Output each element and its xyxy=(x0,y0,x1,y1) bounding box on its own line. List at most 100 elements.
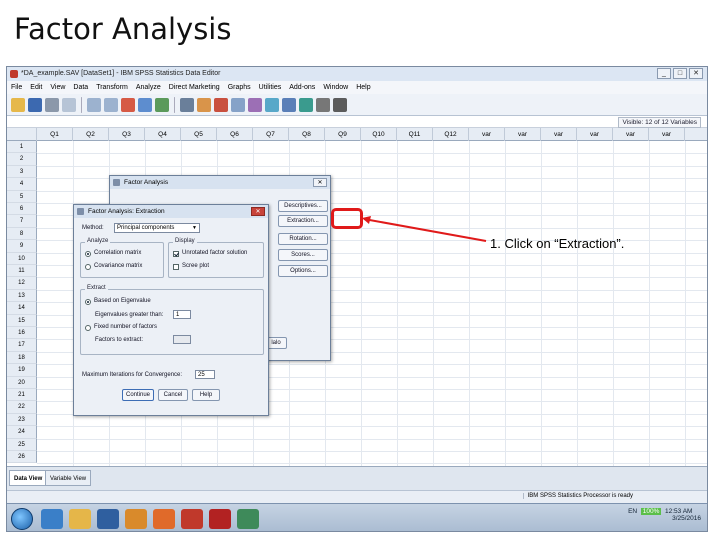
column-header[interactable]: Q11 xyxy=(397,128,433,141)
covariance-matrix-radio[interactable] xyxy=(85,264,91,270)
menu-item-utilities[interactable]: Utilities xyxy=(259,81,282,94)
row-header[interactable]: 18 xyxy=(7,351,37,365)
menu-item-help[interactable]: Help xyxy=(356,81,370,94)
spss-taskbar-icon[interactable] xyxy=(181,509,203,529)
network-globe-icon[interactable] xyxy=(237,509,259,529)
row-header[interactable]: 15 xyxy=(7,314,37,327)
correlation-matrix-radio[interactable] xyxy=(85,251,91,257)
column-header[interactable]: Q1 xyxy=(37,128,73,141)
redo-icon[interactable] xyxy=(104,97,118,112)
menu-item-file[interactable]: File xyxy=(11,81,22,94)
dialog-recall-icon[interactable] xyxy=(62,97,76,112)
column-header[interactable]: Q3 xyxy=(109,128,145,141)
row-header[interactable]: 1 xyxy=(7,141,37,154)
find-icon[interactable] xyxy=(180,97,194,112)
goto-variable-icon[interactable] xyxy=(138,97,152,112)
open-icon[interactable] xyxy=(11,97,25,112)
column-header[interactable]: var xyxy=(613,128,649,141)
spelling-icon[interactable] xyxy=(333,97,347,112)
close-button[interactable]: ✕ xyxy=(689,68,703,79)
acrobat-icon[interactable] xyxy=(209,509,231,529)
menu-item-graphs[interactable]: Graphs xyxy=(228,81,251,94)
firefox-icon[interactable] xyxy=(153,509,175,529)
column-header[interactable]: Q4 xyxy=(145,128,181,141)
column-header[interactable]: var xyxy=(541,128,577,141)
eigenvalue-radio[interactable] xyxy=(85,299,91,305)
help-button[interactable]: Help xyxy=(192,389,220,401)
cancel-button[interactable]: Cancel xyxy=(158,389,188,401)
row-header[interactable]: 4 xyxy=(7,178,37,191)
maximize-button[interactable]: □ xyxy=(673,68,687,79)
row-header[interactable]: 25 xyxy=(7,438,37,451)
variables-icon[interactable] xyxy=(155,97,169,112)
row-header[interactable]: 12 xyxy=(7,277,37,290)
eigenvalue-input[interactable]: 1 xyxy=(173,310,191,319)
tab-variable-view[interactable]: Variable View xyxy=(45,470,92,486)
column-header[interactable]: Q10 xyxy=(361,128,397,141)
row-header[interactable]: 22 xyxy=(7,401,37,414)
dialog-close-button[interactable]: ✕ xyxy=(313,178,327,187)
row-header[interactable]: 5 xyxy=(7,190,37,203)
column-header[interactable]: Q5 xyxy=(181,128,217,141)
row-header[interactable]: 10 xyxy=(7,252,37,265)
minimize-button[interactable]: _ xyxy=(657,68,671,79)
select-cases-icon[interactable] xyxy=(265,97,279,112)
row-header[interactable]: 19 xyxy=(7,364,37,377)
row-header[interactable]: 17 xyxy=(7,339,37,352)
explorer-folder-icon[interactable] xyxy=(69,509,91,529)
menu-item-analyze[interactable]: Analyze xyxy=(136,81,161,94)
column-header[interactable]: Q9 xyxy=(325,128,361,141)
fixed-factors-radio[interactable] xyxy=(85,325,91,331)
scores-button[interactable]: Scores... xyxy=(278,249,328,261)
unrotated-solution-checkbox[interactable] xyxy=(173,251,179,257)
undo-icon[interactable] xyxy=(87,97,101,112)
scree-plot-checkbox[interactable] xyxy=(173,264,179,270)
column-header[interactable]: var xyxy=(649,128,685,141)
row-header[interactable]: 9 xyxy=(7,240,37,253)
row-header[interactable]: 3 xyxy=(7,165,37,179)
insert-cases-icon[interactable] xyxy=(197,97,211,112)
row-header[interactable]: 6 xyxy=(7,203,37,216)
media-player-icon[interactable] xyxy=(97,509,119,529)
dialog-close-button[interactable]: ✕ xyxy=(251,207,265,216)
column-header[interactable]: var xyxy=(469,128,505,141)
battery-indicator[interactable]: 100% xyxy=(640,508,662,515)
max-iterations-input[interactable]: 25 xyxy=(195,370,215,379)
clock-date[interactable]: 3/25/2016 xyxy=(672,515,701,522)
column-header[interactable]: Q12 xyxy=(433,128,469,141)
row-header[interactable]: 8 xyxy=(7,227,37,241)
descriptives-button[interactable]: Descriptives... xyxy=(278,200,328,212)
print-icon[interactable] xyxy=(45,97,59,112)
column-header[interactable]: Q2 xyxy=(73,128,109,141)
row-header[interactable]: 24 xyxy=(7,426,37,439)
row-header[interactable]: 2 xyxy=(7,153,37,166)
options-button[interactable]: Options... xyxy=(278,265,328,277)
save-icon[interactable] xyxy=(28,97,42,112)
row-header[interactable]: 23 xyxy=(7,413,37,427)
language-indicator[interactable]: EN xyxy=(628,508,637,515)
row-header[interactable]: 16 xyxy=(7,327,37,340)
row-header[interactable]: 20 xyxy=(7,376,37,389)
rotation-button[interactable]: Rotation... xyxy=(278,233,328,245)
row-header[interactable]: 21 xyxy=(7,389,37,402)
start-button-icon[interactable] xyxy=(11,508,33,530)
column-header[interactable]: var xyxy=(505,128,541,141)
row-header[interactable]: 14 xyxy=(7,302,37,315)
tab-data-view[interactable]: Data View xyxy=(9,470,48,486)
column-header[interactable]: Q6 xyxy=(217,128,253,141)
continue-button[interactable]: Continue xyxy=(122,389,154,401)
value-labels-icon[interactable] xyxy=(282,97,296,112)
column-header[interactable]: Q7 xyxy=(253,128,289,141)
row-header[interactable]: 13 xyxy=(7,289,37,303)
column-header[interactable]: var xyxy=(577,128,613,141)
menu-item-direct-marketing[interactable]: Direct Marketing xyxy=(169,81,220,94)
menu-item-transform[interactable]: Transform xyxy=(96,81,128,94)
extraction-button[interactable]: Extraction... xyxy=(278,215,328,227)
goto-case-icon[interactable] xyxy=(121,97,135,112)
insert-variable-icon[interactable] xyxy=(214,97,228,112)
menu-item-edit[interactable]: Edit xyxy=(30,81,42,94)
method-select[interactable]: Principal components ▼ xyxy=(114,223,200,233)
clock-time[interactable]: 12:53 AM xyxy=(665,508,692,515)
outlook-icon[interactable] xyxy=(125,509,147,529)
weight-cases-icon[interactable] xyxy=(248,97,262,112)
